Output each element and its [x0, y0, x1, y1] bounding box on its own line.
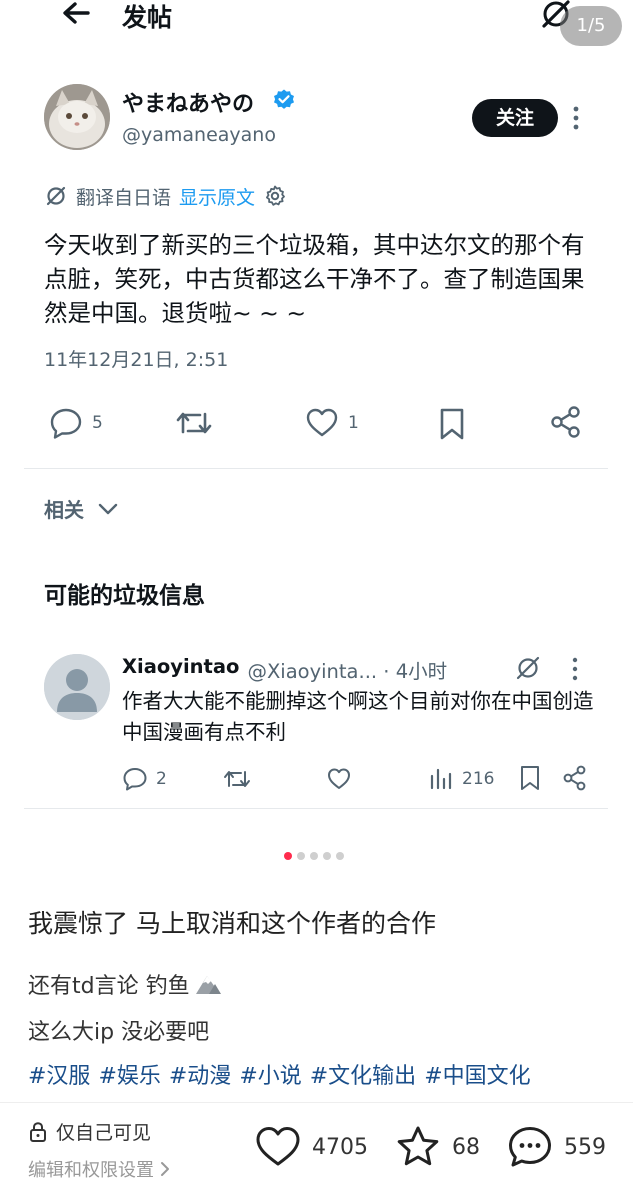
bookmark-action[interactable] [436, 406, 468, 442]
hashtag-list: #汉服 #娱乐 #动漫 #小说 #文化输出 #中国文化 [28, 1058, 531, 1090]
post-title: 我震惊了 马上取消和这个作者的合作 [28, 909, 436, 938]
carousel-dot[interactable] [297, 852, 305, 860]
author-display-name[interactable]: やまねあやの [122, 86, 254, 118]
star-icon [394, 1124, 442, 1170]
divider [24, 808, 608, 809]
views-chart-icon [428, 766, 454, 792]
retweet-action[interactable] [174, 406, 214, 440]
author-handle[interactable]: @yamaneayano [122, 124, 276, 146]
post-line-1: 还有td言论 钓鱼 [28, 968, 222, 1000]
lock-icon [28, 1121, 48, 1143]
carousel-dot[interactable] [336, 852, 344, 860]
show-original-link[interactable]: 显示原文 [179, 183, 255, 210]
carousel-dot-active[interactable] [284, 852, 292, 860]
heart-icon [326, 766, 352, 792]
like-stat[interactable]: 4705 [254, 1124, 368, 1170]
privacy-status[interactable]: 仅自己可见 [28, 1118, 151, 1145]
mountain-emoji-icon [194, 972, 222, 996]
heart-icon [254, 1124, 302, 1170]
retweet-icon [174, 406, 214, 440]
tweet-timestamp: 11年12月21日, 2:51 [44, 349, 229, 371]
like-action[interactable]: 1 [304, 406, 359, 440]
hashtag[interactable]: #文化输出 [310, 1058, 416, 1090]
grok-translate-icon [44, 184, 68, 208]
reply-comment-action[interactable]: 2 [122, 766, 167, 792]
like-count: 1 [348, 413, 359, 433]
carousel-dots [284, 852, 344, 860]
chevron-right-icon [160, 1161, 170, 1177]
comment-total: 559 [564, 1134, 606, 1160]
reply-retweet-action[interactable] [222, 766, 252, 792]
carousel-dot[interactable] [310, 852, 318, 860]
edit-permissions-label: 编辑和权限设置 [28, 1160, 154, 1181]
more-options-icon[interactable] [568, 656, 582, 682]
privacy-label: 仅自己可见 [56, 1122, 152, 1144]
reply-avatar[interactable] [44, 654, 110, 720]
reply-views-count: 216 [462, 769, 495, 789]
reply-comment-count: 2 [156, 769, 167, 789]
reply-like-action[interactable] [326, 766, 352, 792]
reply-count: 5 [92, 413, 103, 433]
verified-badge-icon [272, 88, 296, 112]
share-icon [548, 404, 584, 440]
hashtag[interactable]: #小说 [239, 1058, 301, 1090]
image-page-indicator: 1/5 [560, 6, 622, 46]
author-avatar[interactable] [44, 84, 110, 150]
tweet-actions: 5 1 [0, 398, 633, 448]
grok-icon[interactable] [514, 654, 542, 682]
comment-icon [122, 766, 148, 792]
hashtag[interactable]: #中国文化 [424, 1058, 530, 1090]
divider [24, 468, 608, 469]
related-toggle[interactable]: 相关 [44, 494, 118, 523]
like-total: 4705 [312, 1134, 368, 1160]
page-title: 发帖 [122, 3, 173, 32]
retweet-icon [222, 766, 252, 792]
reply-action[interactable]: 5 [48, 406, 103, 440]
post-line-2: 这么大ip 没必要吧 [28, 1020, 210, 1045]
spam-section-heading: 可能的垃圾信息 [44, 583, 205, 609]
back-arrow-icon[interactable] [58, 0, 98, 30]
bookmark-icon [518, 764, 542, 792]
reply-header: Xiaoyintao @Xiaoyinta... · 4小时 [122, 655, 447, 684]
related-label: 相关 [44, 498, 84, 522]
translation-row: 翻译自日语 显示原文 [44, 180, 287, 212]
comment-stat[interactable]: 559 [506, 1124, 606, 1170]
translate-label: 翻译自日语 [76, 186, 172, 209]
favorite-stat[interactable]: 68 [394, 1124, 480, 1170]
reply-handle-time: @Xiaoyinta... · 4小时 [247, 660, 448, 683]
reply-share-action[interactable] [562, 764, 588, 792]
share-action[interactable] [548, 404, 584, 440]
hashtag[interactable]: #动漫 [169, 1058, 231, 1090]
share-icon [562, 764, 588, 792]
comment-bubble-icon [506, 1124, 554, 1170]
tweet-text: 今天收到了新买的三个垃圾箱，其中达尔文的那个有点脏，笑死，中古货都这么干净不了。… [44, 231, 585, 327]
hashtag[interactable]: #汉服 [28, 1058, 90, 1090]
reply-author-name[interactable]: Xiaoyintao [122, 655, 239, 684]
hashtag[interactable]: #娱乐 [98, 1058, 160, 1090]
gear-icon[interactable] [263, 184, 287, 208]
more-options-icon[interactable] [568, 104, 584, 132]
reply-bookmark-action[interactable] [518, 764, 542, 792]
chevron-down-icon [98, 502, 118, 516]
favorite-total: 68 [452, 1134, 480, 1160]
reply-views-action[interactable]: 216 [428, 766, 494, 792]
follow-button[interactable]: 关注 [472, 99, 558, 137]
reply-actions: 2 216 [0, 760, 633, 800]
comment-icon [48, 406, 84, 440]
carousel-dot[interactable] [323, 852, 331, 860]
bookmark-icon [436, 406, 468, 442]
heart-icon [304, 406, 340, 440]
reply-text: 作者大大能不能删掉这个啊这个目前对你在中国创造中国漫画有点不利 [122, 689, 594, 744]
edit-permissions-link[interactable]: 编辑和权限设置 [28, 1156, 170, 1182]
post-line-1-text: 还有td言论 钓鱼 [28, 974, 190, 999]
